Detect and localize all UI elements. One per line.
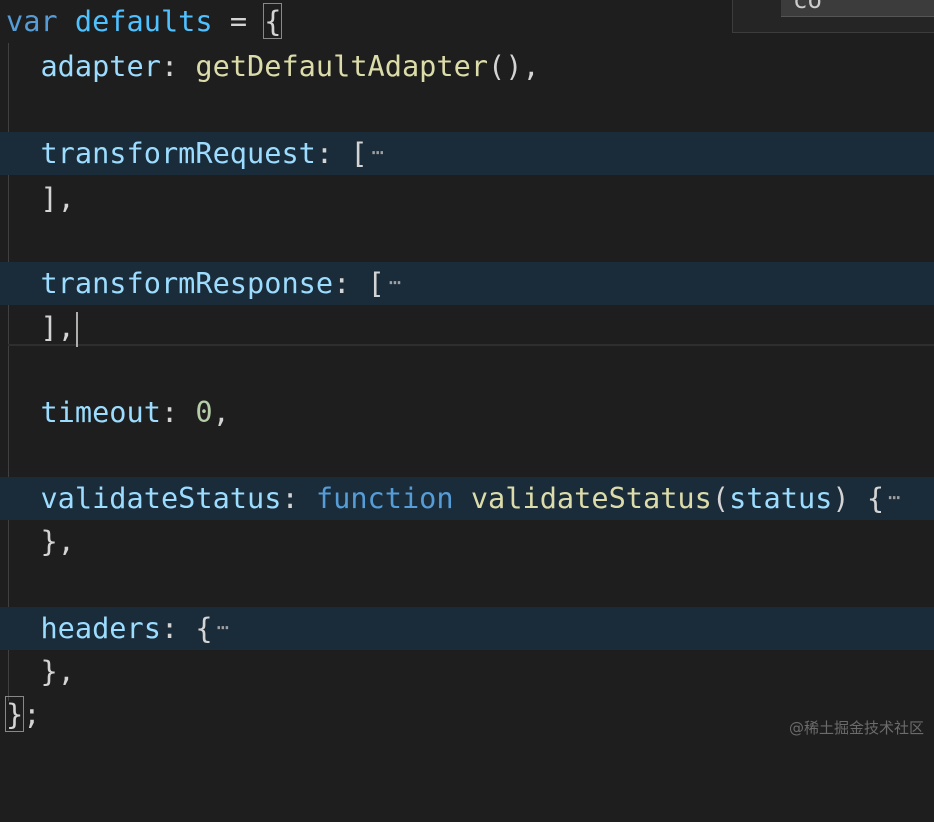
- bracket-token: ],: [40, 181, 75, 215]
- colon-token: :: [315, 136, 334, 170]
- bracket-token: {: [866, 481, 885, 515]
- property-token: transformRequest: [40, 136, 316, 170]
- text-cursor: [75, 311, 78, 347]
- code-line[interactable]: timeout: 0,: [0, 391, 934, 434]
- keyword-token: function: [315, 481, 454, 515]
- code-line-folded[interactable]: transformRequest: [⋯: [0, 132, 934, 175]
- bracket-token: ],: [40, 310, 75, 344]
- comma-token: ,: [212, 395, 230, 429]
- code-line-folded[interactable]: headers: {⋯: [0, 607, 934, 650]
- bracket-token: {: [195, 611, 213, 645]
- parameter-token: status: [729, 481, 833, 515]
- property-token: transformResponse: [40, 266, 334, 300]
- keyword-token: var: [6, 4, 58, 38]
- function-token: validateStatus: [470, 481, 712, 515]
- number-token: 0: [195, 395, 213, 429]
- code-line[interactable]: adapter: getDefaultAdapter(),: [0, 45, 934, 88]
- fold-ellipsis-icon[interactable]: ⋯: [217, 606, 229, 649]
- bracket-token: [: [367, 266, 385, 300]
- code-line[interactable]: ],: [0, 177, 934, 220]
- semicolon-token: ;: [23, 697, 41, 731]
- function-token: getDefaultAdapter: [195, 49, 489, 83]
- bracket-token: },: [40, 654, 75, 688]
- code-line-folded[interactable]: validateStatus: function validateStatus(…: [0, 477, 934, 520]
- bracket-token: {: [263, 3, 283, 39]
- watermark: @稀土掘金技术社区: [788, 719, 924, 737]
- paren-token: ): [832, 481, 850, 515]
- code-line[interactable]: ],: [0, 306, 934, 349]
- variable-token: defaults: [74, 4, 213, 38]
- code-line[interactable]: },: [0, 650, 934, 693]
- property-token: timeout: [40, 395, 161, 429]
- code-line[interactable]: var defaults = {: [0, 0, 934, 43]
- fold-ellipsis-icon[interactable]: ⋯: [372, 131, 384, 174]
- operator-token: =: [229, 4, 248, 38]
- property-token: validateStatus: [40, 481, 282, 515]
- bracket-token: [: [350, 136, 368, 170]
- colon-token: :: [333, 266, 351, 300]
- colon-token: :: [160, 395, 179, 429]
- colon-token: :: [281, 481, 299, 515]
- code-line[interactable]: },: [0, 520, 934, 563]
- code-editor[interactable]: co var defaults = { adapter: getDefaultA…: [0, 0, 934, 746]
- colon-token: :: [160, 49, 179, 83]
- paren-token: (: [711, 481, 730, 515]
- property-token: headers: [40, 611, 161, 645]
- code-line-folded[interactable]: transformResponse: [⋯: [0, 262, 934, 305]
- fold-ellipsis-icon[interactable]: ⋯: [888, 476, 900, 519]
- punctuation-token: (),: [488, 49, 540, 83]
- colon-token: :: [160, 611, 179, 645]
- bracket-token: },: [40, 524, 75, 558]
- fold-ellipsis-icon[interactable]: ⋯: [389, 261, 401, 304]
- property-token: adapter: [40, 49, 161, 83]
- bracket-token: }: [4, 696, 25, 732]
